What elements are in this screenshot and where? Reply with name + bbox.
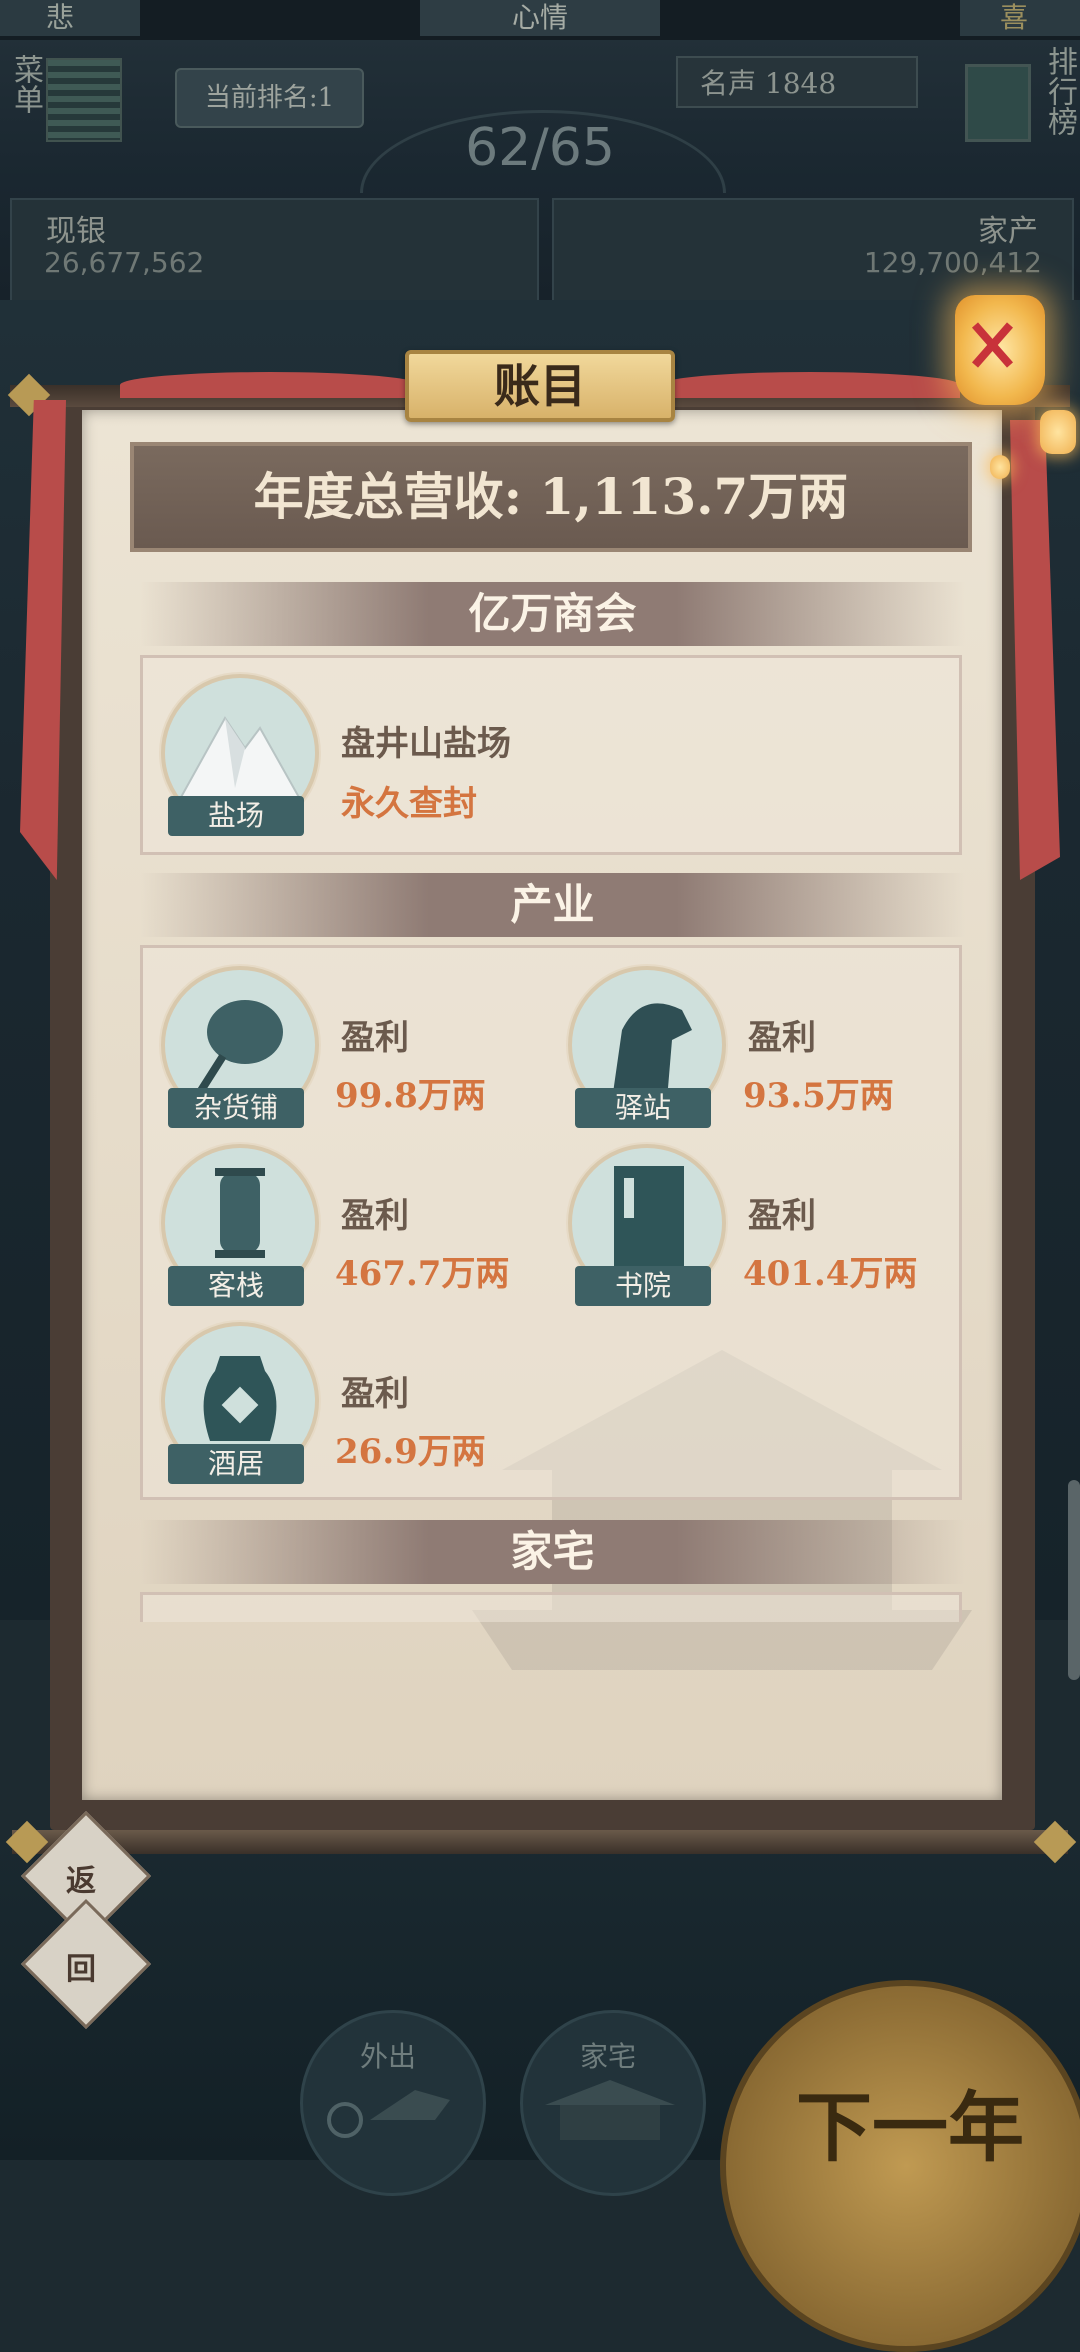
house-icon [545, 2080, 675, 2140]
section-industry-header: 产业 [140, 873, 965, 937]
section-guild-header: 亿万商会 [140, 582, 965, 646]
cash-value: 26,677,562 [44, 246, 205, 279]
post-station-profit-value: 93.5万两 [743, 1076, 894, 1116]
grocery-profit-value: 99.8万两 [335, 1076, 486, 1116]
close-icon [971, 322, 1014, 368]
industry-box: 杂货铺 盈利 99.8万两 驿站 盈利 93.5万两 客栈 盈利 467.7万两… [140, 945, 962, 1500]
inn-profit-title: 盈利 [341, 1196, 409, 1236]
salt-field-label: 盐场 [168, 796, 304, 836]
assets-value: 129,700,412 [863, 246, 1042, 279]
guild-box: 盐场 盘井山盐场 永久查封 [140, 655, 962, 855]
leaderboard-icon[interactable] [965, 64, 1031, 142]
dialog-title: 账目 [405, 350, 675, 422]
scroll-rod-bottom [12, 1830, 1068, 1854]
ribbon-top-left [120, 372, 420, 398]
next-year-button[interactable]: 下一年 [720, 1980, 1080, 2352]
home-label: 家宅 [580, 2040, 637, 2073]
academy-profit-value: 401.4万两 [743, 1254, 918, 1294]
cash-panel: 现银 26,677,562 [10, 198, 539, 302]
ribbon-top-right [660, 372, 960, 398]
salt-field-status: 永久查封 [341, 784, 477, 824]
inn-label: 客栈 [168, 1266, 304, 1306]
academy-profit-title: 盈利 [748, 1196, 816, 1236]
menu-label: 菜单 [8, 54, 43, 114]
mood-happy-label: 喜 [960, 0, 1080, 36]
back-label-1: 返 [66, 1864, 96, 1899]
annual-revenue: 年度总营收: 1,113.7万两 [130, 442, 972, 552]
year-progress: 62/65 [465, 118, 615, 178]
menu-icon[interactable] [46, 58, 122, 142]
assets-panel: 家产 129,700,412 [552, 198, 1074, 302]
assets-label: 家产 [978, 214, 1038, 249]
side-scroll-handle[interactable] [1068, 1480, 1080, 1680]
leaderboard-label[interactable]: 排行榜 [1040, 46, 1078, 136]
small-lantern-decor [1040, 410, 1076, 454]
grocery-profit-title: 盈利 [341, 1018, 409, 1058]
section-home-header: 家宅 [140, 1520, 965, 1584]
grocery-label: 杂货铺 [168, 1088, 304, 1128]
post-station-profit-title: 盈利 [748, 1018, 816, 1058]
fame-display: 名声 1848 [676, 56, 918, 108]
current-rank-badge[interactable]: 当前排名:1 [175, 68, 364, 128]
cash-label: 现银 [46, 214, 106, 249]
salt-field-name: 盘井山盐场 [341, 724, 511, 764]
mood-title: 心情 [420, 0, 660, 36]
tavern-label: 酒居 [168, 1444, 304, 1484]
inn-profit-value: 467.7万两 [335, 1254, 510, 1294]
post-station-label: 驿站 [575, 1088, 711, 1128]
academy-label: 书院 [575, 1266, 711, 1306]
close-lantern-button[interactable] [955, 295, 1045, 405]
carriage-icon [327, 2090, 450, 2138]
outing-label: 外出 [360, 2040, 417, 2073]
tavern-profit-value: 26.9万两 [335, 1432, 486, 1472]
home-box [140, 1592, 962, 1622]
tavern-profit-title: 盈利 [341, 1374, 409, 1414]
mood-sad-label: 悲 [0, 0, 140, 36]
back-label-2: 回 [66, 1952, 96, 1987]
tiny-lantern-decor [990, 455, 1010, 479]
